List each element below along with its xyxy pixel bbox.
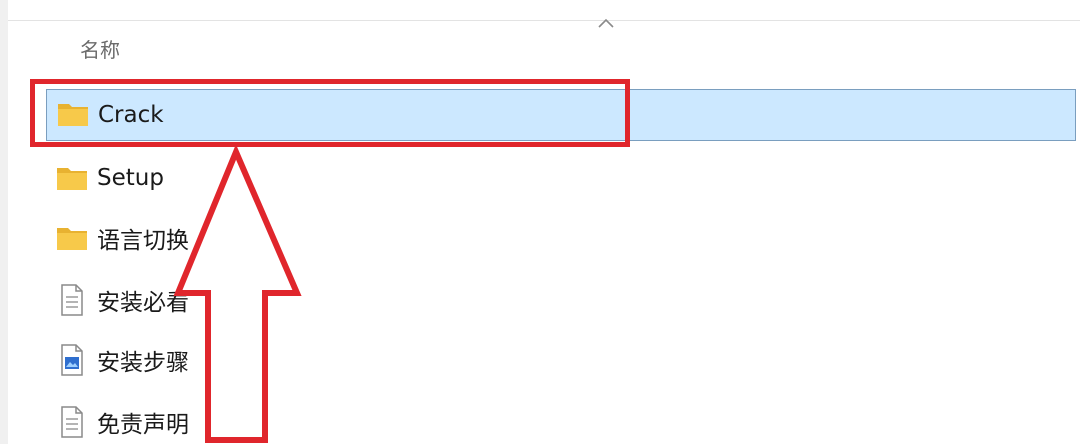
file-list: Crack Setup 语言切换 安装必看 安装步骤 免责声明 — [0, 0, 1080, 444]
list-item-label: 安装必看 — [97, 290, 189, 316]
text-file-icon — [61, 406, 83, 438]
list-item-install-steps[interactable]: 安装步骤 — [46, 333, 946, 387]
list-item-label: 免责声明 — [97, 412, 189, 438]
list-item-label: 安装步骤 — [97, 350, 189, 376]
list-item-setup[interactable]: Setup — [46, 151, 946, 205]
list-item-label: 语言切换 — [97, 228, 189, 254]
folder-icon — [57, 168, 87, 190]
folder-icon — [57, 228, 87, 250]
file-explorer-window: 名称 Crack Setup 语言切换 安装必看 安装步骤 免责声明 — [0, 0, 1080, 444]
image-file-icon — [61, 344, 83, 376]
list-item-disclaimer[interactable]: 免责声明 — [46, 395, 946, 444]
list-item-install-readme[interactable]: 安装必看 — [46, 273, 946, 327]
text-file-icon — [61, 284, 83, 316]
list-item-label: Setup — [97, 165, 164, 191]
list-item-language-switch[interactable]: 语言切换 — [46, 211, 946, 265]
annotation-highlight-box — [30, 79, 630, 147]
